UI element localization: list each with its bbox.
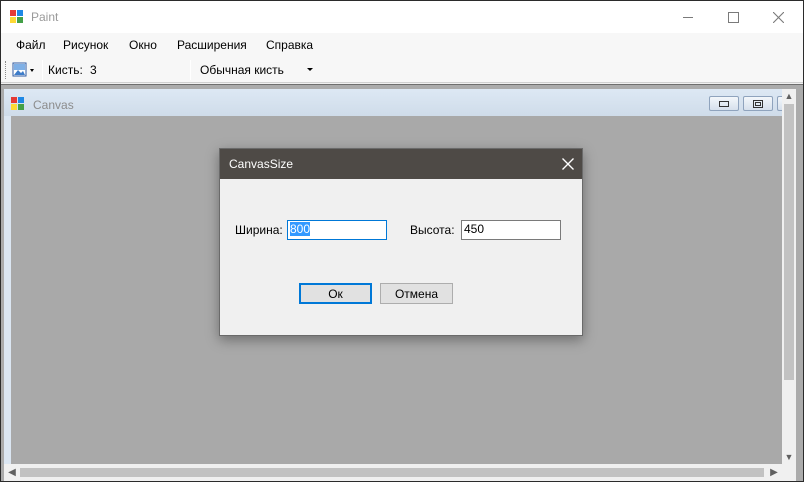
cancel-button[interactable]: Отмена xyxy=(380,283,453,304)
child-titlebar[interactable]: Canvas xyxy=(4,89,796,116)
app-title: Paint xyxy=(31,10,59,24)
dialog-close-button[interactable] xyxy=(553,149,583,179)
height-input[interactable]: 450 xyxy=(461,220,561,240)
width-input[interactable]: 800 xyxy=(287,220,387,240)
menu-help[interactable]: Справка xyxy=(266,38,313,52)
vertical-scrollbar[interactable]: ▲ ▼ xyxy=(782,89,796,464)
scroll-down-icon[interactable]: ▼ xyxy=(782,450,796,464)
horizontal-scrollbar[interactable]: ◀ ▶ xyxy=(4,464,796,481)
height-label: Высота: xyxy=(410,223,455,237)
height-input-value: 450 xyxy=(464,222,485,236)
close-icon xyxy=(562,158,574,170)
child-restore-button[interactable] xyxy=(743,96,773,111)
ok-button[interactable]: Ок xyxy=(299,283,372,304)
app-titlebar[interactable]: Paint xyxy=(1,1,803,33)
paint-app-icon xyxy=(10,10,23,23)
child-minimize-button[interactable] xyxy=(709,96,739,111)
width-input-value: 800 xyxy=(290,222,311,236)
close-button[interactable] xyxy=(755,1,801,33)
horizontal-scroll-thumb[interactable] xyxy=(20,468,764,477)
width-label: Ширина: xyxy=(235,223,283,237)
brush-size-label: Кисть: xyxy=(48,63,83,77)
scroll-left-icon[interactable]: ◀ xyxy=(4,464,20,481)
toolbar-grip[interactable] xyxy=(5,61,7,79)
paint-app-icon xyxy=(11,97,24,110)
maximize-button[interactable] xyxy=(710,1,756,33)
dialog-title: CanvasSize xyxy=(229,157,294,171)
toolbar-separator xyxy=(190,60,191,80)
toolbar-separator xyxy=(42,60,43,80)
toolbar: Кисть: 3 Обычная кисть xyxy=(1,57,803,83)
minimize-button[interactable] xyxy=(665,1,711,33)
menu-file[interactable]: Файл xyxy=(16,38,46,52)
minimize-icon xyxy=(682,16,693,18)
vertical-scroll-thumb[interactable] xyxy=(784,104,794,380)
menu-extensions[interactable]: Расширения xyxy=(177,38,247,52)
paint-main-window: Paint Файл Рисунок Окно Расширения Справ… xyxy=(0,0,804,482)
brush-size-field[interactable] xyxy=(84,60,188,80)
scroll-up-icon[interactable]: ▲ xyxy=(782,89,796,103)
close-icon xyxy=(772,11,784,23)
menu-image[interactable]: Рисунок xyxy=(63,38,108,52)
chevron-down-icon xyxy=(307,68,313,71)
image-dropdown-icon xyxy=(12,62,34,77)
brush-type-select[interactable]: Обычная кисть xyxy=(195,60,319,80)
image-dropdown-button[interactable] xyxy=(12,61,38,79)
restore-icon xyxy=(753,99,763,108)
dialog-titlebar[interactable]: CanvasSize xyxy=(220,149,582,179)
maximize-icon xyxy=(727,11,739,23)
brush-size-value[interactable]: 3 xyxy=(90,63,97,77)
canvas-size-dialog: CanvasSize Ширина: 800 Высота: 450 Ок От… xyxy=(219,148,583,336)
menu-bar: Файл Рисунок Окно Расширения Справка xyxy=(1,33,803,57)
scroll-right-icon[interactable]: ▶ xyxy=(766,464,782,481)
child-window-title: Canvas xyxy=(33,98,74,112)
brush-type-value: Обычная кисть xyxy=(200,63,284,77)
minimize-icon xyxy=(719,100,729,107)
menu-window[interactable]: Окно xyxy=(129,38,157,52)
